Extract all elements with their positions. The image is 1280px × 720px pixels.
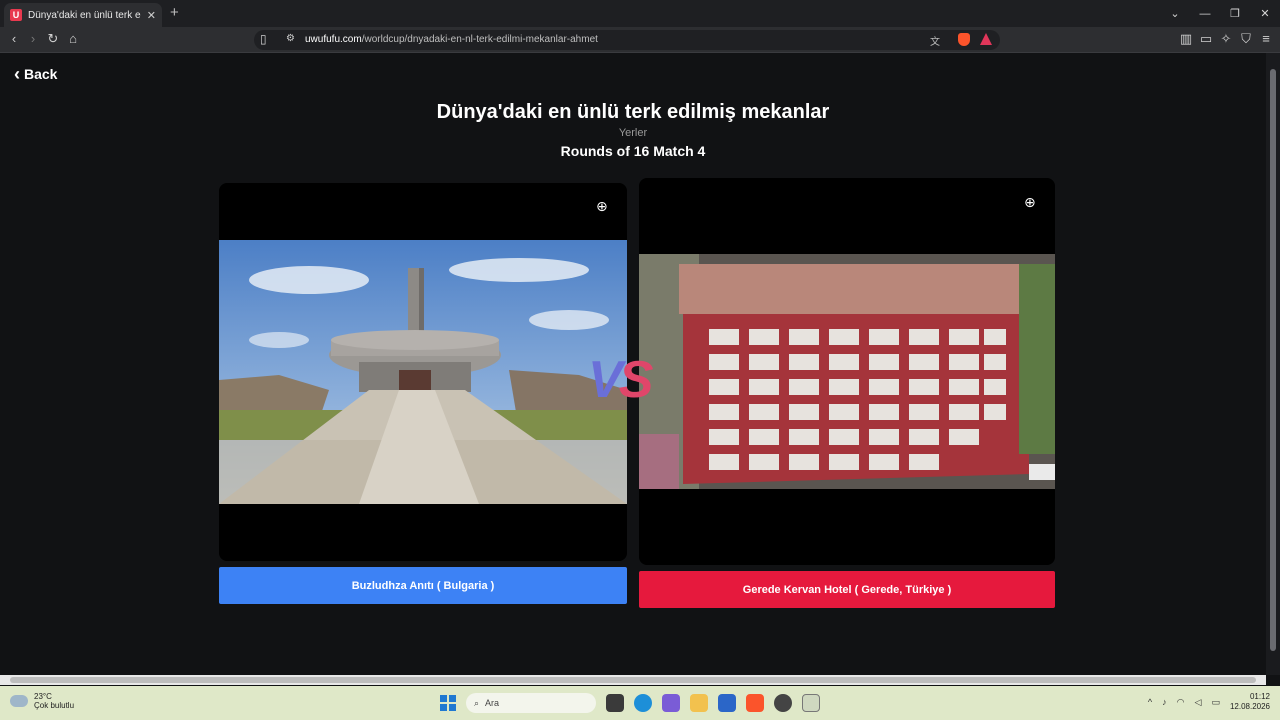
left-choice-image[interactable] bbox=[219, 240, 627, 504]
url-path: /worldcup/dnyadaki-en-nl-terk-edilmi-mek… bbox=[361, 34, 598, 45]
chevron-up-icon[interactable]: ^ bbox=[1148, 697, 1152, 707]
clock[interactable]: 01:12 12.08.2026 bbox=[1230, 692, 1270, 712]
back-label: Back bbox=[24, 66, 58, 82]
browser-tab[interactable]: U Dünya'daki en ünlü terk edilmiş ✕ bbox=[4, 3, 162, 27]
file-explorer-icon[interactable] bbox=[690, 694, 708, 712]
taskbar-apps: ⌕ Ara bbox=[440, 693, 820, 713]
search-icon: ⌕ bbox=[474, 697, 480, 708]
zoom-icon[interactable]: ⊕ bbox=[596, 198, 608, 215]
url-host: uwufufu.com bbox=[305, 34, 362, 45]
cloud-icon bbox=[10, 695, 28, 707]
microphone-icon[interactable]: ♪ bbox=[1162, 697, 1167, 707]
browser-toolbar: ‹ › ↻ ⌂ ▯ ⚙ uwufufu.com/worldcup/dnyadak… bbox=[0, 27, 1280, 53]
back-arrow-icon[interactable]: ‹ bbox=[6, 31, 22, 46]
weather-desc: Çok bulutlu bbox=[34, 701, 75, 710]
right-choice-button[interactable]: Gerede Kervan Hotel ( Gerede, Türkiye ) bbox=[639, 571, 1055, 608]
round-label: Rounds of 16 Match 4 bbox=[560, 143, 706, 159]
category-label: Yerler bbox=[618, 127, 648, 139]
horizontal-scroll-thumb[interactable] bbox=[10, 677, 1256, 683]
restore-button[interactable]: ❐ bbox=[1220, 7, 1250, 20]
site-favicon-icon: U bbox=[10, 9, 22, 21]
back-button[interactable]: ‹ Back bbox=[14, 64, 58, 84]
weather-temp: 23°C bbox=[34, 692, 52, 701]
right-choice-card[interactable]: ⊕ bbox=[639, 178, 1055, 565]
new-tab-button[interactable]: + bbox=[170, 4, 179, 21]
brave-shields-icon[interactable] bbox=[958, 33, 970, 46]
left-choice-button[interactable]: Buzludhza Anıtı ( Bulgaria ) bbox=[219, 567, 627, 604]
start-button[interactable] bbox=[440, 695, 456, 711]
tab-title: Dünya'daki en ünlü terk edilmiş bbox=[28, 9, 141, 21]
wallet-icon[interactable]: ▭ bbox=[1198, 31, 1214, 47]
wifi-icon[interactable]: ◠ bbox=[1177, 697, 1185, 708]
address-bar[interactable]: ▯ ⚙ uwufufu.com/worldcup/dnyadaki-en-nl-… bbox=[254, 30, 1000, 50]
horizontal-scrollbar[interactable] bbox=[0, 675, 1266, 685]
left-choice-card[interactable]: ⊕ bbox=[219, 183, 627, 561]
tab-close-icon[interactable]: ✕ bbox=[147, 9, 156, 22]
translate-icon[interactable]: 文 bbox=[930, 33, 940, 48]
tab-search-button[interactable]: ⌄ bbox=[1160, 7, 1190, 20]
right-choice-image[interactable] bbox=[639, 254, 1055, 489]
menu-icon[interactable]: ≡ bbox=[1258, 31, 1274, 46]
brave-icon[interactable] bbox=[746, 694, 764, 712]
taskbar-search[interactable]: ⌕ Ara bbox=[466, 693, 596, 713]
vertical-scrollbar[interactable] bbox=[1266, 53, 1280, 675]
volume-icon[interactable]: ◁ bbox=[1195, 697, 1202, 708]
leo-ai-icon[interactable]: ✧ bbox=[1218, 31, 1234, 47]
obs-icon[interactable] bbox=[774, 694, 792, 712]
brave-rewards-icon[interactable] bbox=[980, 33, 992, 45]
kervan-hotel-photo bbox=[639, 254, 1055, 489]
system-tray: ^ ♪ ◠ ◁ ▭ 01:12 12.08.2026 bbox=[1148, 692, 1270, 712]
notepad-icon[interactable] bbox=[802, 694, 820, 712]
battery-icon[interactable]: ▭ bbox=[1211, 697, 1220, 708]
reload-icon[interactable]: ↻ bbox=[45, 31, 61, 47]
forward-arrow-icon[interactable]: › bbox=[25, 31, 41, 46]
close-window-button[interactable]: ✕ bbox=[1250, 7, 1280, 20]
site-info-icon[interactable]: ⚙ bbox=[286, 33, 295, 44]
copilot-icon[interactable] bbox=[662, 694, 680, 712]
home-icon[interactable]: ⌂ bbox=[65, 31, 81, 46]
task-view-icon[interactable] bbox=[606, 694, 624, 712]
clock-time: 01:12 bbox=[1249, 692, 1270, 701]
page-content: ‹ Back Dünya'daki en ünlü terk edilmiş m… bbox=[0, 53, 1266, 675]
url-text: uwufufu.com/worldcup/dnyadaki-en-nl-terk… bbox=[305, 34, 598, 45]
clock-date: 12.08.2026 bbox=[1229, 702, 1270, 711]
vpn-icon[interactable]: ⛉ bbox=[1238, 31, 1254, 47]
chevron-left-icon: ‹ bbox=[14, 64, 20, 84]
bookmark-icon[interactable]: ▯ bbox=[260, 32, 267, 46]
windows-taskbar: 23°C Çok bulutlu ⌕ Ara ^ ♪ ◠ ◁ ▭ 01:12 1… bbox=[0, 686, 1280, 720]
vs-label: VS bbox=[588, 351, 653, 409]
page-title: Dünya'daki en ünlü terk edilmiş mekanlar bbox=[436, 101, 830, 123]
zoom-icon[interactable]: ⊕ bbox=[1024, 194, 1036, 211]
search-placeholder: Ara bbox=[485, 698, 500, 708]
window-controls: ⌄ — ❐ ✕ bbox=[1160, 0, 1280, 27]
sidebar-icon[interactable]: ▥ bbox=[1178, 31, 1194, 47]
browser-tab-strip: U Dünya'daki en ünlü terk edilmiş ✕ + ⌄ … bbox=[0, 0, 1280, 27]
scroll-thumb[interactable] bbox=[1270, 69, 1276, 651]
buzludzha-photo bbox=[219, 240, 627, 504]
edge-icon[interactable] bbox=[634, 694, 652, 712]
minimize-button[interactable]: — bbox=[1190, 8, 1220, 20]
weather-widget[interactable]: 23°C Çok bulutlu bbox=[10, 692, 74, 710]
store-icon[interactable] bbox=[718, 694, 736, 712]
